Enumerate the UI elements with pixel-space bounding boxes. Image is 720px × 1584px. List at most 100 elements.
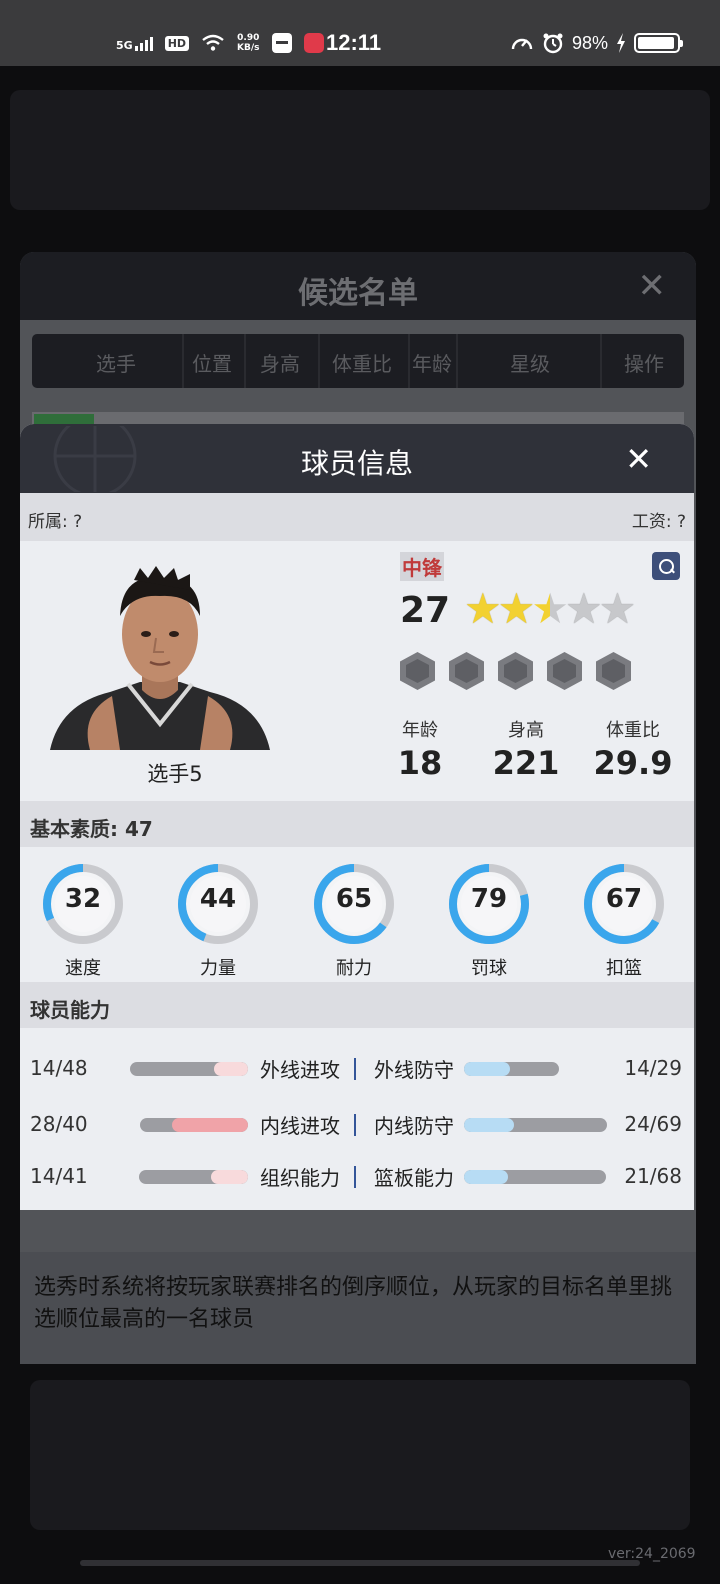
ability-row: 14/48 外线进攻 外线防守 14/29 [20, 1054, 694, 1084]
salary: 工资: ? [631, 512, 686, 532]
ability-right-label: 篮板能力 [374, 1166, 454, 1190]
hexagon-slot-icon[interactable] [498, 652, 533, 690]
stat-ring: 65 耐力 [312, 862, 396, 980]
signal-icon: 5G [116, 35, 153, 51]
candidate-dialog-title: 候选名单 [298, 276, 418, 311]
charging-icon [617, 33, 625, 53]
hexagon-slot-icon[interactable] [400, 652, 435, 690]
player-info-header: 球员信息 ✕ [20, 424, 694, 493]
star-rating: ★ ★ ★ ★ ★ [464, 584, 636, 633]
column-stars[interactable]: 星级 [510, 348, 550, 377]
player-name: 选手5 [147, 762, 203, 786]
star-full-icon: ★ [497, 584, 536, 633]
network-type: 5G [116, 39, 133, 52]
ability-divider [354, 1114, 356, 1136]
clock: 12:11 [326, 30, 382, 55]
attribute-label: 年龄 [402, 720, 438, 741]
ability-divider [354, 1166, 356, 1188]
ability-right-value: 21/68 [624, 1164, 682, 1188]
ability-row: 28/40 内线进攻 内线防守 24/69 [20, 1110, 694, 1140]
column-position[interactable]: 位置 [192, 348, 232, 377]
ability-left-value: 28/40 [30, 1112, 88, 1136]
basic-quality-label: 基本素质: 47 [30, 817, 153, 841]
player-avatar [50, 566, 270, 750]
ability-left-label: 外线进攻 [260, 1058, 340, 1082]
app-notification-icon [271, 33, 292, 53]
hexagon-slot-icon[interactable] [596, 652, 631, 690]
ability-left-bar [140, 1118, 248, 1132]
player-info-title: 球员信息 [300, 447, 413, 480]
ability-right-label: 内线防守 [374, 1114, 454, 1138]
stat-label: 耐力 [336, 958, 372, 979]
speedometer-icon [511, 38, 533, 50]
star-full-icon: ★ [464, 584, 502, 633]
stat-label: 力量 [200, 958, 236, 979]
star-empty-icon: ★ [598, 584, 637, 633]
app-notification-icon-red [303, 33, 324, 53]
ability-right-value: 24/69 [624, 1112, 682, 1136]
hexagon-slot-icon[interactable] [449, 652, 484, 690]
attribute-weight-ratio: 体重比 29.9 [583, 716, 683, 782]
search-icon[interactable] [652, 552, 680, 580]
network-speed-unit: KB/s [237, 43, 260, 53]
network-speed: 0.90 KB/s [237, 33, 259, 53]
hexagon-slot-icon[interactable] [547, 652, 582, 690]
stat-label: 扣篮 [606, 958, 642, 979]
battery-icon [634, 33, 683, 53]
hd-icon: HD [164, 35, 190, 51]
ability-header: 球员能力 [20, 982, 694, 1028]
background-panel [30, 1380, 690, 1530]
player-info-close-button[interactable]: ✕ [625, 440, 652, 478]
stat-label: 罚球 [471, 958, 507, 979]
attribute-age: 年龄 18 [370, 716, 470, 782]
stat-ring: 67 扣篮 [582, 862, 666, 980]
stat-value: 79 [470, 884, 508, 914]
stat-ring: 32 速度 [41, 862, 125, 980]
column-height[interactable]: 身高 [260, 348, 300, 377]
ability-right-value: 14/29 [624, 1056, 682, 1080]
ability-left-bar [138, 1170, 248, 1184]
stat-value: 44 [199, 884, 237, 914]
ability-row: 14/41 组织能力 篮板能力 21/68 [20, 1162, 694, 1192]
stat-value: 67 [605, 884, 643, 914]
attribute-label: 身高 [508, 720, 544, 741]
player-meta-bar: 所属: ? 工资: ? [20, 493, 694, 541]
candidate-close-button[interactable]: ✕ [638, 266, 667, 306]
column-weight-ratio[interactable]: 体重比 [332, 348, 392, 377]
draft-notice-text: 选秀时系统将按玩家联赛排名的倒序顺位，从玩家的目标名单里挑选顺位最高的一名球员 [34, 1275, 673, 1332]
ability-label: 球员能力 [30, 998, 110, 1022]
ability-left-value: 14/48 [30, 1056, 88, 1080]
skill-slots [400, 652, 631, 690]
candidate-table-header: 选手 位置 身高 体重比 年龄 星级 操作 [32, 334, 684, 388]
column-action[interactable]: 操作 [624, 348, 664, 377]
basic-quality-header: 基本素质: 47 [20, 801, 694, 847]
candidate-dialog-header: 候选名单 ✕ [20, 252, 696, 320]
ability-right-bar [464, 1062, 559, 1076]
star-half-icon: ★ [531, 584, 569, 633]
battery-percent: 98% [571, 32, 608, 53]
ability-right-bar [464, 1118, 607, 1132]
stat-ring: 44 力量 [176, 862, 260, 980]
ability-left-label: 组织能力 [260, 1166, 340, 1190]
attribute-label: 体重比 [606, 720, 660, 741]
column-player[interactable]: 选手 [96, 348, 136, 377]
affiliation: 所属: ? [28, 512, 83, 532]
star-empty-icon: ★ [564, 584, 603, 633]
ability-left-label: 内线进攻 [260, 1114, 340, 1138]
alarm-icon [543, 33, 563, 54]
stat-value: 65 [335, 884, 373, 914]
ability-left-bar [130, 1062, 248, 1076]
ability-divider [354, 1058, 356, 1080]
draft-notice: 选秀时系统将按玩家联赛排名的倒序顺位，从玩家的目标名单里挑选顺位最高的一名球员 [20, 1252, 696, 1364]
attribute-value: 29.9 [593, 744, 673, 782]
overall-rating: 27 [400, 590, 451, 631]
attribute-value: 18 [397, 744, 443, 782]
background-panel [10, 90, 710, 210]
stat-value: 32 [64, 884, 102, 914]
player-info-modal: 球员信息 ✕ 所属: ? 工资: ? 选手5 中锋 27 ★ ★ ★ ★ ★ 年… [20, 424, 694, 1210]
attribute-value: 221 [492, 744, 560, 782]
column-age[interactable]: 年龄 [412, 348, 452, 377]
stat-label: 速度 [65, 958, 101, 979]
home-indicator[interactable] [80, 1560, 640, 1566]
ability-left-value: 14/41 [30, 1164, 88, 1188]
